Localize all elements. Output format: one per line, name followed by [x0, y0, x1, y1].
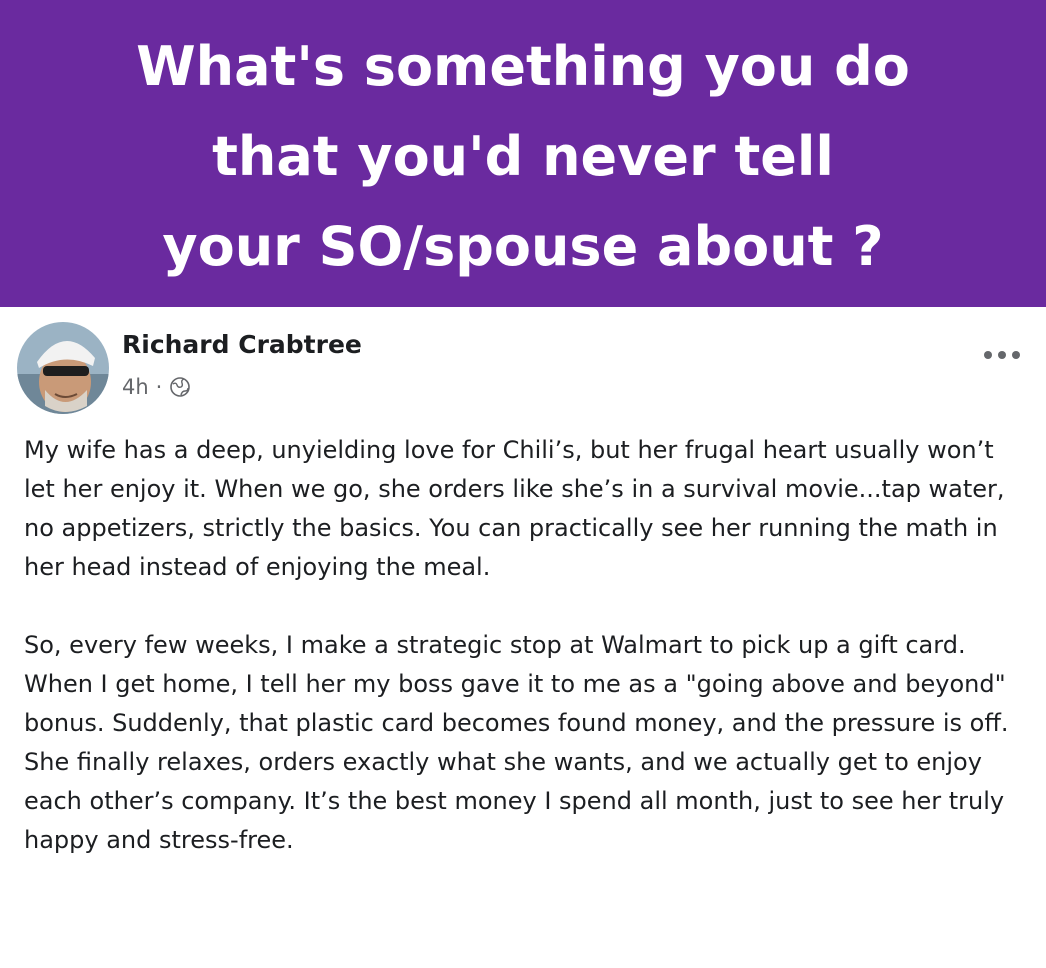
- more-options-icon: [984, 351, 1020, 359]
- globe-icon[interactable]: [169, 376, 191, 398]
- author-name[interactable]: Richard Crabtree: [122, 330, 362, 359]
- post-timestamp[interactable]: 4h: [122, 375, 149, 399]
- banner-title-line: What's something you do: [136, 35, 910, 98]
- title-banner: What's something you do that you'd never…: [0, 0, 1046, 307]
- banner-title-line: that you'd never tell: [212, 125, 834, 188]
- post-meta: 4h ·: [122, 372, 191, 402]
- more-options-button[interactable]: [978, 338, 1026, 372]
- banner-title-line: your SO/spouse about ?: [162, 215, 884, 278]
- post-paragraph: So, every few weeks, I make a strategic …: [24, 631, 1009, 854]
- banner-title: What's something you do that you'd never…: [0, 22, 1046, 292]
- avatar[interactable]: [17, 322, 109, 414]
- profile-photo: [17, 322, 109, 414]
- meta-separator: ·: [155, 375, 163, 399]
- post-paragraph: My wife has a deep, unyielding love for …: [24, 436, 1005, 581]
- post-body: My wife has a deep, unyielding love for …: [24, 431, 1030, 860]
